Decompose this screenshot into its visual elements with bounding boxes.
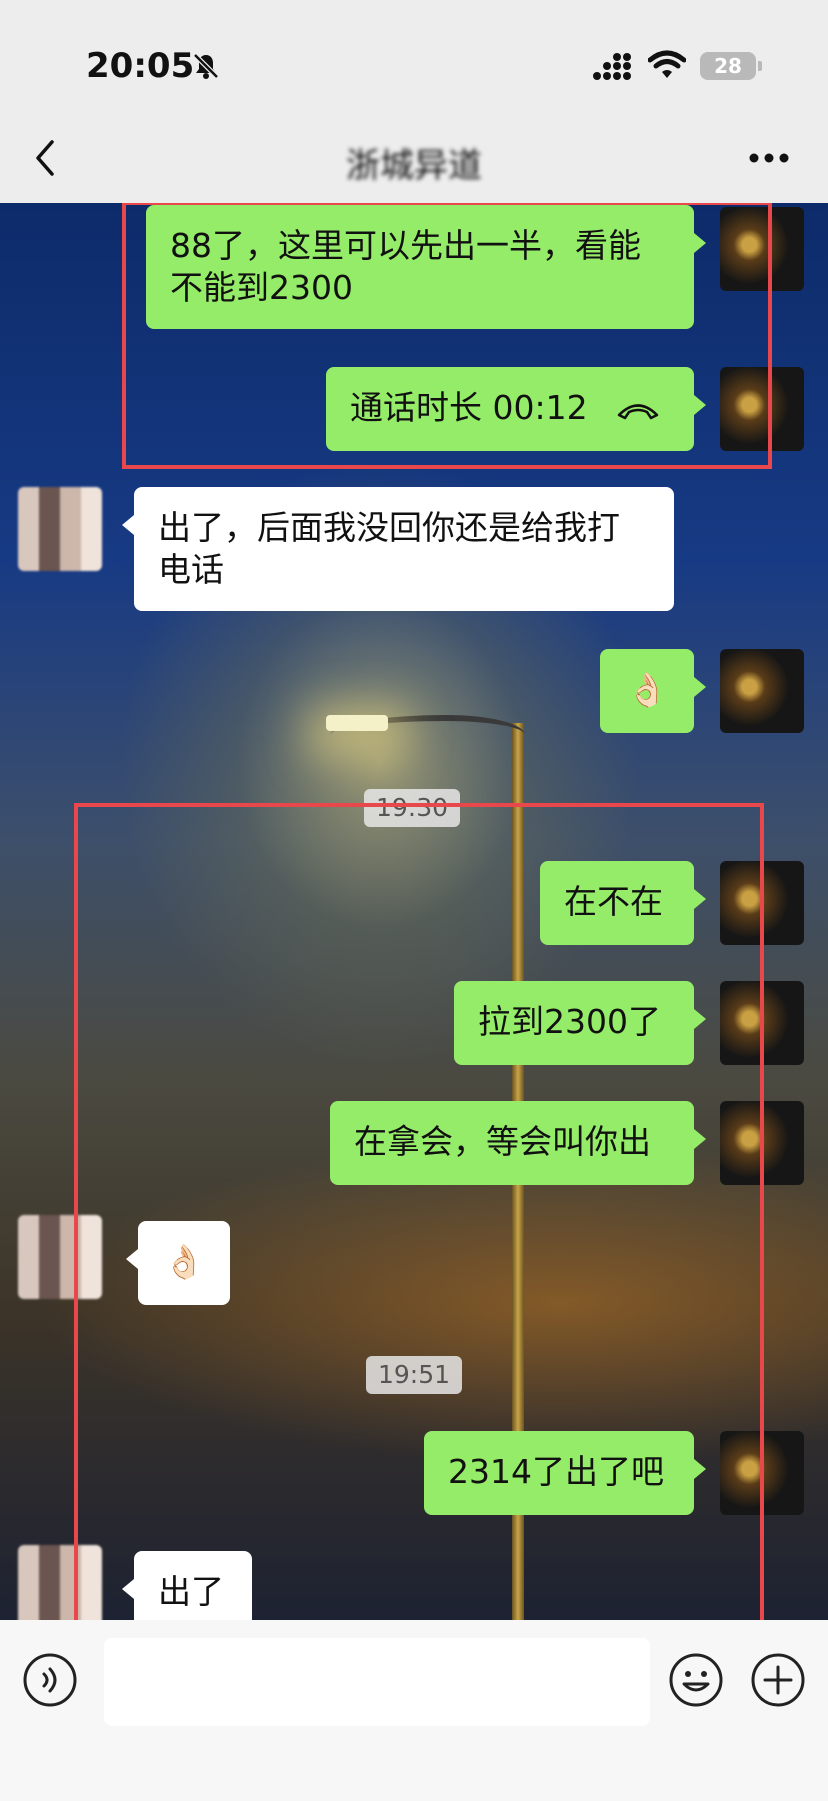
input-bar [0,1620,828,1801]
chat-title: 浙城异道 [346,146,482,186]
more-icon[interactable] [748,152,790,164]
muted-bell-icon [193,53,219,79]
background-lamp-head [326,715,388,731]
message-input[interactable] [104,1638,650,1726]
avatar-other[interactable] [18,487,102,571]
battery-indicator: 28 [700,52,756,80]
highlight-box [74,803,764,1620]
highlight-box [122,203,772,469]
plus-icon[interactable] [750,1652,806,1708]
emoji-bubble[interactable]: 👌🏻 [600,649,706,733]
battery-tip [758,61,762,71]
wifi-icon [648,50,686,78]
message-bubble[interactable]: 出了，后面我没回你还是给我打电话 [122,487,674,611]
status-time: 20:05 [86,46,195,86]
emoji-icon[interactable] [668,1652,724,1708]
voice-icon[interactable] [22,1652,78,1708]
chat-area[interactable]: 88了，这里可以先出一半，看能不能到2300 通话时长 00:12 出了，后面我… [0,203,828,1620]
avatar-me[interactable] [720,649,804,733]
signal-icon [593,53,631,80]
status-bar: 20:05 28 [0,0,828,108]
chat-header: 浙城异道 [0,108,828,203]
